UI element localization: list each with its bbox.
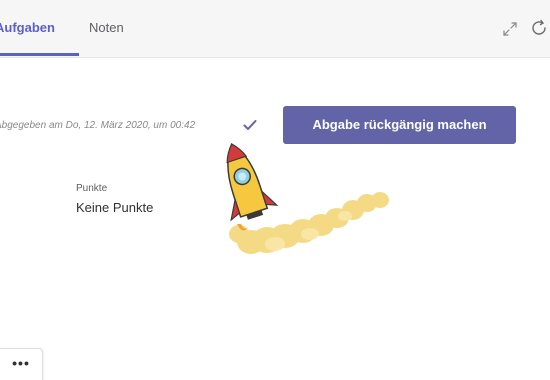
checkmark-icon bbox=[242, 117, 258, 133]
assignment-page: Aufgaben Noten Abgegeben am Do, 12. März… bbox=[0, 0, 550, 380]
tab-assignments[interactable]: Aufgaben bbox=[0, 19, 77, 37]
expand-icon[interactable] bbox=[500, 19, 520, 39]
submission-status-text: Abgegeben am Do, 12. März 2020, um 00:42 bbox=[0, 120, 240, 131]
points-label: Punkte bbox=[76, 183, 108, 194]
more-options-button[interactable]: ••• bbox=[0, 348, 43, 380]
rocket-illustration bbox=[215, 140, 405, 265]
tab-header: Aufgaben Noten bbox=[0, 0, 550, 58]
refresh-icon[interactable] bbox=[530, 18, 550, 38]
undo-submission-button[interactable]: Abgabe rückgängig machen bbox=[283, 106, 516, 144]
points-value: Keine Punkte bbox=[76, 200, 154, 215]
submission-status-label: Abgegeben am Do, 12. März 2020, um 00:42 bbox=[0, 120, 196, 131]
active-tab-indicator bbox=[0, 53, 79, 56]
tab-assignments-label: Aufgaben bbox=[0, 20, 55, 35]
tab-grades[interactable]: Noten bbox=[89, 19, 124, 37]
tab-grades-label: Noten bbox=[89, 20, 124, 35]
